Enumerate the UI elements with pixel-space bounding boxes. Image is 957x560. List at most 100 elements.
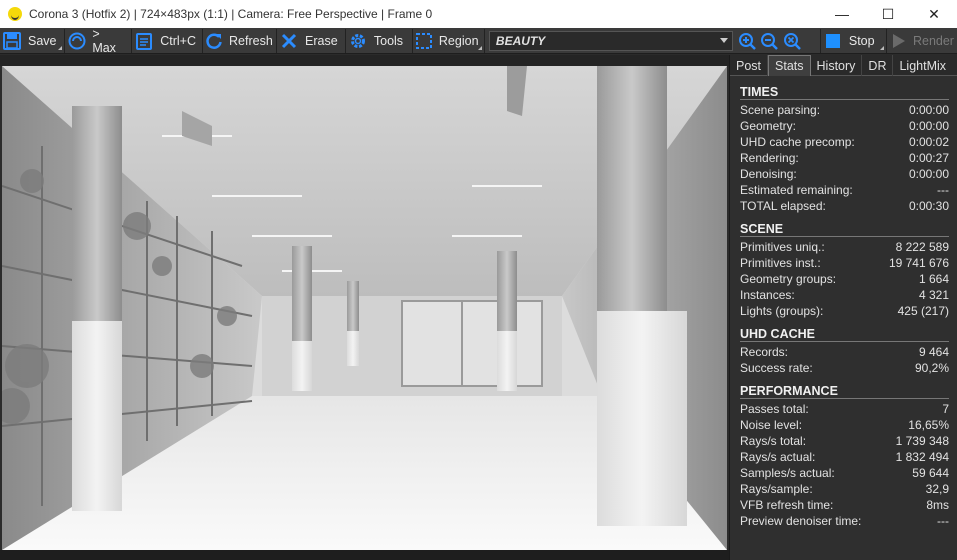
- stat-label: Records:: [740, 345, 789, 359]
- window-title: Corona 3 (Hotfix 2) | 724×483px (1:1) | …: [29, 7, 433, 21]
- stat-row: Estimated remaining: ---: [740, 182, 949, 198]
- stat-label: Samples/s actual:: [740, 466, 835, 480]
- stat-row: Records: 9 464: [740, 344, 949, 360]
- stat-row: Scene parsing: 0:00:00: [740, 102, 949, 118]
- render-button[interactable]: Render: [887, 29, 957, 53]
- erase-button[interactable]: Erase: [277, 28, 346, 53]
- stat-value: 0:00:27: [908, 151, 949, 165]
- zoom-in-icon: [739, 32, 757, 50]
- tab-post[interactable]: Post: [730, 55, 769, 76]
- stat-value: 9 464: [918, 345, 949, 359]
- render-label: Render: [912, 33, 954, 48]
- stat-value: 8 222 589: [895, 240, 949, 254]
- stat-row: Geometry: 0:00:00: [740, 118, 949, 134]
- zoom-in-button[interactable]: [737, 30, 757, 52]
- stat-value: 16,65%: [908, 418, 949, 432]
- maximize-button[interactable]: ☐: [865, 0, 911, 28]
- save-label: Save: [28, 33, 57, 48]
- stat-value: 32,9: [925, 482, 949, 496]
- stat-value: 1 832 494: [895, 450, 949, 464]
- render-pass-select[interactable]: BEAUTY: [488, 30, 734, 51]
- stat-row: TOTAL elapsed: 0:00:30: [740, 198, 949, 214]
- vfb-side-panel: Post Stats History DR LightMix TIMES Scen…: [729, 55, 957, 560]
- minimize-button[interactable]: —: [819, 0, 865, 28]
- stat-row: Preview denoiser time: ---: [740, 513, 949, 529]
- section-title-uhd: UHD CACHE: [740, 326, 949, 342]
- save-dropdown-arrow-icon[interactable]: [58, 45, 63, 50]
- zoom-out-button[interactable]: [759, 30, 779, 52]
- stat-label: Rays/sample:: [740, 482, 813, 496]
- stop-square-icon: [823, 31, 843, 51]
- refresh-label: Refresh: [229, 33, 273, 48]
- stop-button[interactable]: Stop: [819, 28, 887, 53]
- erase-label: Erase: [305, 33, 338, 48]
- stat-label: Passes total:: [740, 402, 809, 416]
- stat-label: UHD cache precomp:: [740, 135, 855, 149]
- max-label: > Max: [92, 26, 116, 55]
- stop-dropdown-arrow-icon[interactable]: [879, 45, 884, 50]
- stat-label: TOTAL elapsed:: [740, 199, 826, 213]
- stat-row: UHD cache precomp: 0:00:02: [740, 134, 949, 150]
- erase-x-icon: [279, 31, 299, 51]
- stat-value: 7: [942, 402, 949, 416]
- stat-value: 59 644: [912, 466, 949, 480]
- region-dropdown-arrow-icon[interactable]: [477, 45, 482, 50]
- section-title-scene: SCENE: [740, 221, 949, 237]
- stat-label: Rays/s total:: [740, 434, 807, 448]
- save-icon: [2, 31, 22, 51]
- stat-row: Passes total: 7: [740, 401, 949, 417]
- copy-button[interactable]: Ctrl+C: [132, 28, 203, 53]
- play-icon: [889, 31, 907, 51]
- zoom-out-icon: [761, 32, 779, 50]
- stat-value: ---: [937, 183, 949, 197]
- panel-tabs: Post Stats History DR LightMix: [730, 55, 957, 76]
- zoom-reset-button[interactable]: [782, 30, 802, 52]
- render-viewport[interactable]: [2, 66, 727, 550]
- max-button[interactable]: > Max: [65, 26, 133, 55]
- stat-label: Rays/s actual:: [740, 450, 816, 464]
- stat-value: ---: [937, 514, 949, 528]
- refresh-button[interactable]: Refresh: [203, 28, 277, 53]
- stat-label: Lights (groups):: [740, 304, 824, 318]
- stat-label: Estimated remaining:: [740, 183, 853, 197]
- tab-dr[interactable]: DR: [862, 55, 894, 76]
- tab-stats[interactable]: Stats: [768, 55, 811, 76]
- stat-value: 1 739 348: [895, 434, 949, 448]
- stat-value: 0:00:02: [908, 135, 949, 149]
- stat-value: 0:00:30: [908, 199, 949, 213]
- stat-row: Rays/s actual: 1 832 494: [740, 449, 949, 465]
- stat-row: Rendering: 0:00:27: [740, 150, 949, 166]
- region-select-icon: [415, 31, 433, 51]
- stat-label: VFB refresh time:: [740, 498, 834, 512]
- tab-history[interactable]: History: [811, 55, 863, 76]
- tools-button[interactable]: Tools: [346, 28, 413, 53]
- region-button[interactable]: Region: [413, 28, 485, 53]
- stat-label: Success rate:: [740, 361, 813, 375]
- stat-value: 0:00:00: [908, 167, 949, 181]
- stat-row: Samples/s actual: 59 644: [740, 465, 949, 481]
- stat-row: Denoising: 0:00:00: [740, 166, 949, 182]
- stat-label: Primitives inst.:: [740, 256, 821, 270]
- close-button[interactable]: ✕: [911, 0, 957, 28]
- stat-label: Rendering:: [740, 151, 799, 165]
- stat-label: Instances:: [740, 288, 795, 302]
- stop-label: Stop: [848, 33, 875, 48]
- region-label: Region: [438, 33, 479, 48]
- stat-row: Geometry groups: 1 664: [740, 271, 949, 287]
- render-pass-value: BEAUTY: [495, 33, 546, 48]
- stat-label: Geometry:: [740, 119, 797, 133]
- stats-panel: TIMES Scene parsing: 0:00:00 Geometry: 0:00:…: [730, 76, 957, 529]
- rendered-image: [2, 66, 727, 550]
- stat-row: Primitives uniq.: 8 222 589: [740, 239, 949, 255]
- tab-lightmix[interactable]: LightMix: [893, 55, 952, 76]
- save-button[interactable]: Save: [0, 28, 66, 53]
- vfb-toolbar: Save > Max Ctrl+C Refresh Erase Tools Re…: [0, 26, 957, 55]
- stat-label: Primitives uniq.:: [740, 240, 825, 254]
- stat-row: Rays/sample: 32,9: [740, 481, 949, 497]
- stat-label: Preview denoiser time:: [740, 514, 862, 528]
- stat-value: 90,2%: [914, 361, 949, 375]
- window-controls: — ☐ ✕: [819, 0, 957, 28]
- title-bar: Corona 3 (Hotfix 2) | 724×483px (1:1) | …: [0, 0, 957, 28]
- zoom-reset-icon: [783, 32, 801, 50]
- stat-value: 0:00:00: [908, 119, 949, 133]
